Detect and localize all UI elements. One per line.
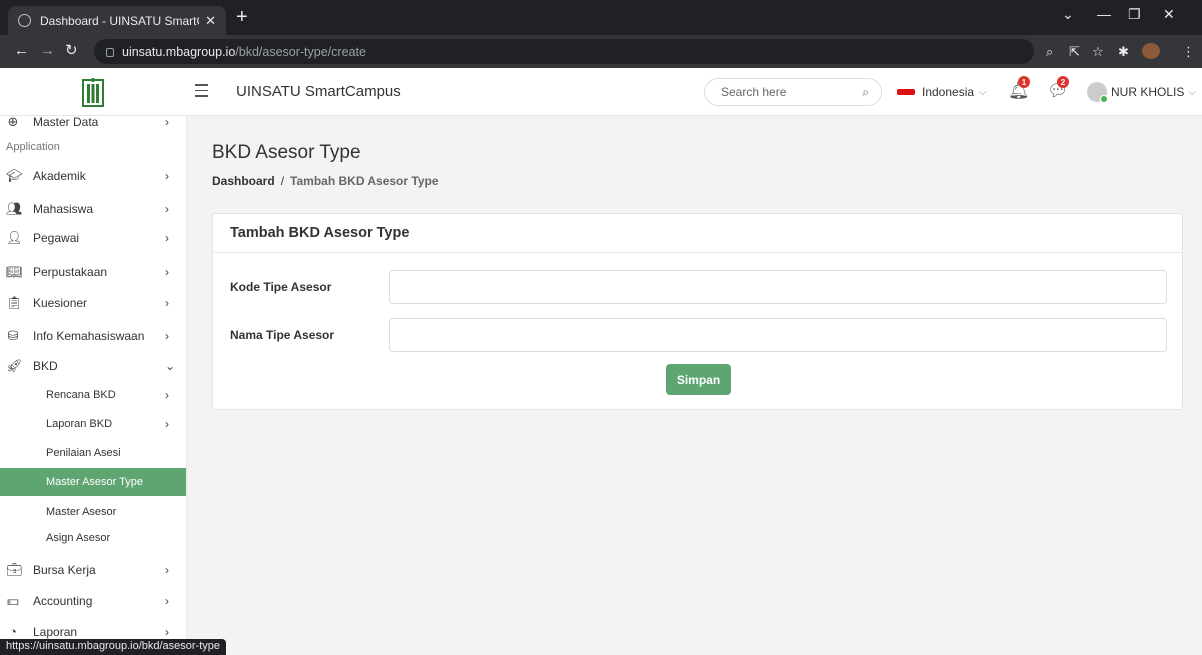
user-name: NUR KHOLIS (1111, 85, 1185, 99)
window-close-icon[interactable]: ✕ (1163, 6, 1175, 23)
tab-title: Dashboard - UINSATU SmartCam (40, 13, 199, 28)
chevron-right-icon: › (165, 230, 169, 245)
back-icon[interactable]: ← (14, 43, 29, 59)
sidebar-subitem-asign-asesor[interactable]: Asign Asesor (0, 523, 186, 552)
chevron-right-icon: › (165, 593, 169, 608)
extensions-icon[interactable]: ✱ (1118, 44, 1129, 60)
chevron-down-icon: ⌄ (165, 358, 176, 373)
chevron-down-icon: ⌵ (979, 86, 987, 98)
rocket-icon: 🚀︎ (6, 357, 23, 373)
new-tab-button[interactable]: + (236, 7, 248, 27)
pie-chart-icon: ◔ (9, 624, 17, 639)
kode-tipe-asesor-label: Kode Tipe Asesor (230, 280, 332, 294)
graduation-cap-icon: 🎓︎ (6, 167, 23, 183)
sidebar-subitem-master-asesor[interactable]: Master Asesor (0, 497, 186, 526)
book-icon: 📖︎ (6, 263, 23, 279)
nama-tipe-asesor-label: Nama Tipe Asesor (230, 328, 335, 342)
sidebar-subitem-master-asesor-type[interactable]: Master Asesor Type (0, 468, 186, 496)
sidebar-subitem-penilaian-asesi[interactable]: Penilaian Asesi (0, 438, 186, 467)
sidebar-item-master-data[interactable]: ⊕ Master Data › (0, 116, 186, 137)
chevron-right-icon: › (165, 624, 169, 639)
chevron-right-icon: › (165, 562, 169, 577)
money-icon: 💵︎ (7, 592, 19, 608)
lock-icon (106, 48, 114, 57)
minimize-icon[interactable]: — (1097, 6, 1111, 22)
zoom-icon[interactable]: ⌕ (1046, 44, 1053, 60)
profile-avatar-icon[interactable] (1142, 43, 1160, 59)
sidebar-item-info-kemahasiswaan[interactable]: ⛁ Info Kemahasiswaan › (0, 320, 186, 351)
logo[interactable] (0, 68, 186, 116)
sidebar-item-mahasiswa[interactable]: 👥︎ Mahasiswa › (0, 193, 186, 224)
search-input[interactable] (721, 85, 863, 99)
address-bar[interactable]: uinsatu.mbagroup.io/bkd/asesor-type/crea… (94, 39, 1034, 64)
university-logo-icon (82, 78, 104, 107)
language-selector[interactable]: Indonesia ⌵ (897, 85, 987, 99)
chevron-right-icon: › (165, 201, 169, 216)
form-row-nama: Nama Tipe Asesor (230, 317, 1167, 353)
sidebar-item-accounting[interactable]: 💵︎ Accounting › (0, 585, 186, 616)
nama-tipe-asesor-input[interactable] (389, 318, 1167, 352)
app-title: UINSATU SmartCampus (236, 83, 401, 100)
sidebar: ⊕ Master Data › Application 🎓︎ Akademik … (0, 116, 187, 655)
chevron-right-icon: › (165, 387, 169, 402)
clipboard-icon: 📋︎ (6, 294, 23, 310)
info-icon: ⛁ (7, 327, 19, 343)
reload-icon[interactable]: ↻ (65, 43, 78, 59)
tab-search-icon[interactable]: ⌄ (1062, 6, 1074, 23)
link-status-bar: https://uinsatu.mbagroup.io/bkd/asesor-t… (0, 639, 227, 655)
indonesia-flag-icon (897, 89, 915, 95)
maximize-icon[interactable]: ❐ (1128, 6, 1141, 23)
briefcase-icon: 💼︎ (6, 561, 23, 577)
notification-badge: 1 (1018, 76, 1030, 88)
chevron-right-icon: › (165, 264, 169, 279)
tab-close-icon[interactable]: ✕ (205, 13, 216, 29)
sidebar-item-pegawai[interactable]: 👤︎ Pegawai › (0, 222, 186, 253)
forward-icon[interactable]: → (40, 43, 55, 59)
bookmark-star-icon[interactable]: ☆ (1092, 44, 1104, 60)
share-icon[interactable]: ⇱ (1069, 44, 1080, 60)
sidebar-section-label: Application (6, 141, 60, 153)
browser-toolbar: ← → ↻ uinsatu.mbagroup.io/bkd/asesor-typ… (0, 35, 1202, 68)
form-row-kode: Kode Tipe Asesor (230, 269, 1167, 305)
sidebar-item-bkd[interactable]: 🚀︎ BKD ⌄ (0, 350, 186, 381)
browser-tab-strip: Dashboard - UINSATU SmartCam ✕ + ⌄ — ❐ ✕ (0, 0, 1202, 35)
language-label: Indonesia (922, 85, 975, 99)
page-title: BKD Asesor Type (212, 142, 361, 163)
breadcrumb-separator: / (280, 174, 285, 188)
kode-tipe-asesor-input[interactable] (389, 270, 1167, 304)
sidebar-subitem-rencana-bkd[interactable]: Rencana BKD › (0, 380, 186, 409)
sidebar-subitem-laporan-bkd[interactable]: Laporan BKD › (0, 409, 186, 438)
globe-icon (18, 14, 31, 27)
breadcrumb-dashboard-link[interactable]: Dashboard (212, 174, 275, 188)
user-menu[interactable]: NUR KHOLIS ⌵ (1087, 82, 1196, 103)
hamburger-menu-icon[interactable] (195, 84, 208, 101)
chevron-right-icon: › (165, 295, 169, 310)
avatar (1087, 82, 1108, 103)
database-icon: ⊕ (7, 116, 19, 129)
chevron-down-icon: ⌵ (1188, 86, 1196, 98)
save-button[interactable]: Simpan (666, 364, 731, 395)
user-icon: 👤︎ (6, 229, 23, 245)
users-icon: 👥︎ (6, 200, 23, 216)
browser-tab[interactable]: Dashboard - UINSATU SmartCam ✕ (8, 6, 226, 35)
chevron-right-icon: › (165, 116, 169, 129)
chevron-right-icon: › (165, 416, 169, 431)
url-path: /bkd/asesor-type/create (235, 44, 366, 59)
sidebar-item-akademik[interactable]: 🎓︎ Akademik › (0, 160, 186, 191)
chevron-right-icon: › (165, 328, 169, 343)
sidebar-item-bursa-kerja[interactable]: 💼︎ Bursa Kerja › (0, 554, 186, 585)
breadcrumb: Dashboard / Tambah BKD Asesor Type (212, 174, 439, 188)
message-badge: 2 (1057, 76, 1069, 88)
card-title: Tambah BKD Asesor Type (213, 214, 1182, 253)
app-header: UINSATU SmartCampus ⌕ Indonesia ⌵ 🔔︎ 1 💬… (0, 68, 1202, 116)
search-box: ⌕ (704, 78, 882, 106)
search-icon[interactable]: ⌕ (862, 85, 869, 100)
menu-kebab-icon[interactable]: ⋮ (1182, 44, 1195, 60)
url-domain: uinsatu.mbagroup.io (122, 44, 236, 59)
form-card: Tambah BKD Asesor Type Kode Tipe Asesor … (212, 213, 1183, 410)
chevron-right-icon: › (165, 168, 169, 183)
sidebar-item-perpustakaan[interactable]: 📖︎ Perpustakaan › (0, 256, 186, 287)
sidebar-item-kuesioner[interactable]: 📋︎ Kuesioner › (0, 287, 186, 318)
breadcrumb-current: Tambah BKD Asesor Type (290, 174, 439, 188)
